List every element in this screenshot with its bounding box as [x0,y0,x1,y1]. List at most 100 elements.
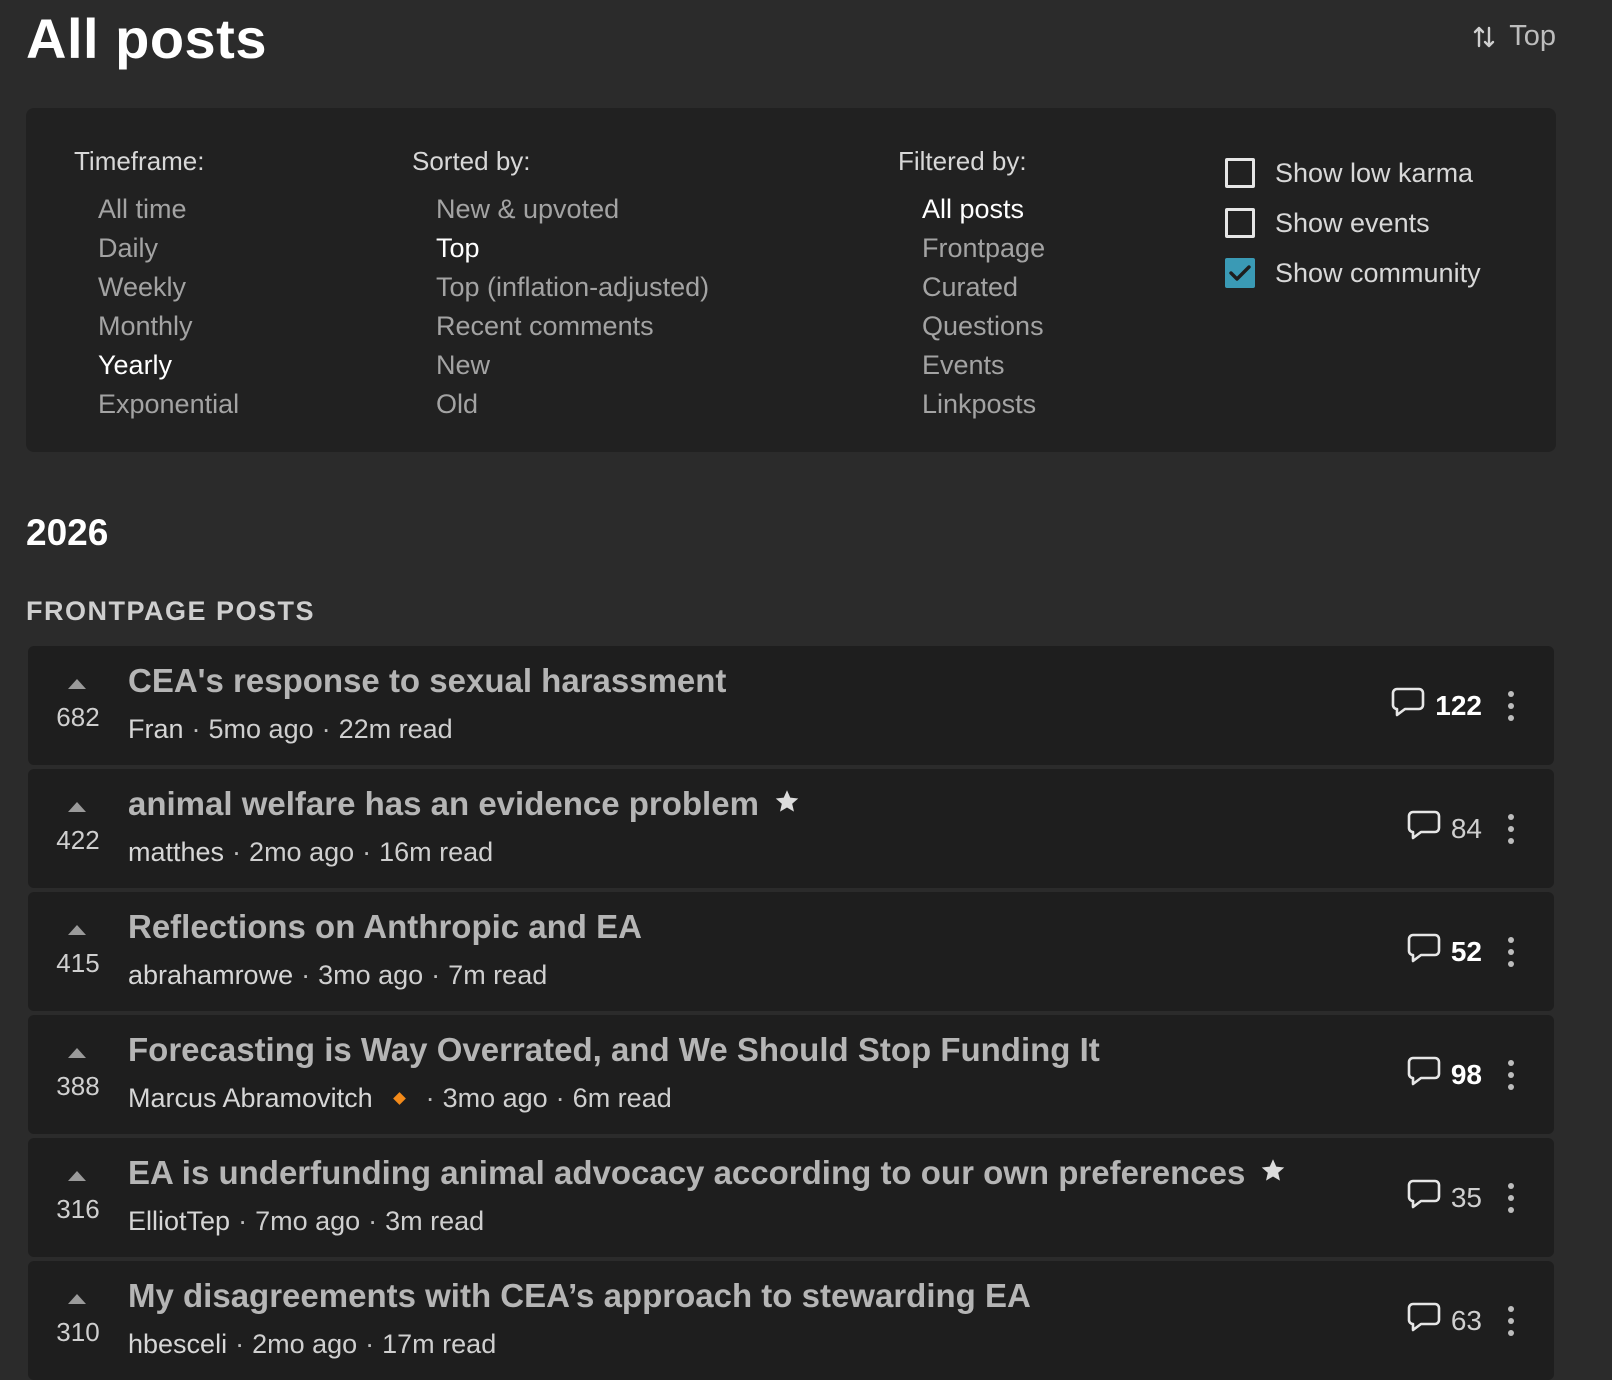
meta-separator: · [321,714,331,744]
sort-toggle-button[interactable]: Top [1473,20,1556,53]
checkbox[interactable] [1225,158,1255,188]
post-title-link[interactable]: animal welfare has an evidence problem [128,785,801,823]
show-low-karma-toggle[interactable]: Show low karma [1225,148,1481,198]
post-author-link[interactable]: abrahamrowe [128,960,293,991]
sort-option[interactable]: Recent comments [412,307,709,346]
post-item[interactable]: 316 EA is underfunding animal advocacy a… [28,1138,1554,1257]
comment-bubble-icon [1407,1178,1441,1217]
filter-option[interactable]: Frontpage [898,229,1045,268]
sort-toggle-label: Top [1509,20,1556,52]
post-age: 3mo ago [318,960,424,990]
post-author-link[interactable]: Marcus Abramovitch [128,1083,373,1114]
menu-dot [1508,814,1514,820]
post-item[interactable]: 388 Forecasting is Way Overrated, and We… [28,1015,1554,1134]
meta-separator: · [301,960,311,990]
upvote-arrow-icon[interactable] [68,925,86,935]
menu-dot [1508,691,1514,697]
post-title-link[interactable]: My disagreements with CEA’s approach to … [128,1277,1031,1315]
meta-separator: · [425,1083,435,1113]
year-heading: 2026 [26,512,109,553]
checkbox[interactable] [1225,208,1255,238]
post-title: Forecasting is Way Overrated, and We Sho… [128,1031,1100,1068]
post-item[interactable]: 310 My disagreements with CEA’s approach… [28,1261,1554,1380]
post-read-time: 6m read [572,1083,672,1113]
comments-button[interactable]: 63 [1407,1261,1482,1380]
menu-dot [1508,1306,1514,1312]
post-item[interactable]: 415 Reflections on Anthropic and EA abra… [28,892,1554,1011]
upvote-arrow-icon[interactable] [68,1294,86,1304]
post-author-link[interactable]: Fran [128,714,184,745]
menu-dot [1508,826,1514,832]
upvote-arrow-icon[interactable] [68,1048,86,1058]
show-events-toggle[interactable]: Show events [1225,198,1481,248]
comment-bubble-icon [1391,686,1425,725]
post-author-link[interactable]: matthes [128,837,224,868]
post-read-time: 3m read [385,1206,485,1236]
meta-separator: · [365,1329,375,1359]
comment-bubble-icon [1407,1301,1441,1340]
filter-option[interactable]: Questions [898,307,1045,346]
post-menu-button[interactable] [1506,1183,1516,1213]
filter-option[interactable]: All posts [898,190,1045,229]
menu-dot [1508,1330,1514,1336]
post-item[interactable]: 682 CEA's response to sexual harassment … [28,646,1554,765]
timeframe-option[interactable]: Monthly [74,307,239,346]
karma-score: 310 [56,1317,100,1347]
post-author-link[interactable]: ElliotTep [128,1206,230,1237]
meta-separator: · [431,960,441,990]
comment-bubble-icon [1407,809,1441,848]
curated-star-icon [1259,1154,1287,1192]
curated-star-icon [773,785,801,823]
filter-option[interactable]: Linkposts [898,385,1045,424]
all-posts-page: All posts Top Timeframe: All time Daily … [0,0,1612,1380]
meta-separator: · [555,1083,565,1113]
post-author-link[interactable]: hbesceli [128,1329,227,1360]
checkbox[interactable] [1225,258,1255,288]
sort-option[interactable]: New [412,346,709,385]
sort-option[interactable]: Top (inflation-adjusted) [412,268,709,307]
comments-button[interactable]: 84 [1407,769,1482,888]
post-menu-button[interactable] [1506,691,1516,721]
post-item[interactable]: 422 animal welfare has an evidence probl… [28,769,1554,888]
post-age: 5mo ago [208,714,314,744]
show-community-toggle[interactable]: Show community [1225,248,1481,298]
comment-count: 35 [1450,1181,1482,1213]
post-title-link[interactable]: Reflections on Anthropic and EA [128,908,642,946]
post-title: My disagreements with CEA’s approach to … [128,1277,1031,1314]
menu-dot [1508,1060,1514,1066]
post-title-link[interactable]: CEA's response to sexual harassment [128,662,726,700]
upvote-arrow-icon[interactable] [68,679,86,689]
meta-separator: · [238,1206,248,1236]
filter-option[interactable]: Events [898,346,1045,385]
comment-count: 52 [1450,935,1482,967]
timeframe-option[interactable]: Weekly [74,268,239,307]
post-menu-button[interactable] [1506,814,1516,844]
karma-score: 415 [56,948,100,978]
karma-score: 422 [56,825,100,855]
post-menu-button[interactable] [1506,1306,1516,1336]
timeframe-option[interactable]: Yearly [74,346,239,385]
sorted-by-group: Sorted by: New & upvoted Top Top (inflat… [412,144,709,424]
timeframe-option[interactable]: All time [74,190,239,229]
upvote-arrow-icon[interactable] [68,802,86,812]
comment-count: 98 [1450,1058,1482,1090]
sort-option[interactable]: New & upvoted [412,190,709,229]
post-menu-button[interactable] [1506,1060,1516,1090]
timeframe-option[interactable]: Exponential [74,385,239,424]
comments-button[interactable]: 52 [1407,892,1482,1011]
post-age: 2mo ago [249,837,355,867]
post-title-link[interactable]: EA is underfunding animal advocacy accor… [128,1154,1287,1192]
timeframe-option[interactable]: Daily [74,229,239,268]
post-menu-button[interactable] [1506,937,1516,967]
post-meta: abrahamrowe · 3mo ago · 7m read [128,960,547,991]
upvote-arrow-icon[interactable] [68,1171,86,1181]
comments-button[interactable]: 35 [1407,1138,1482,1257]
post-title-link[interactable]: Forecasting is Way Overrated, and We Sho… [128,1031,1100,1069]
comments-button[interactable]: 122 [1391,646,1482,765]
vote-widget: 682 [28,646,128,765]
sort-option[interactable]: Top [412,229,709,268]
comments-button[interactable]: 98 [1407,1015,1482,1134]
filtered-by-title: Filtered by: [898,146,1027,176]
sort-option[interactable]: Old [412,385,709,424]
filter-option[interactable]: Curated [898,268,1045,307]
